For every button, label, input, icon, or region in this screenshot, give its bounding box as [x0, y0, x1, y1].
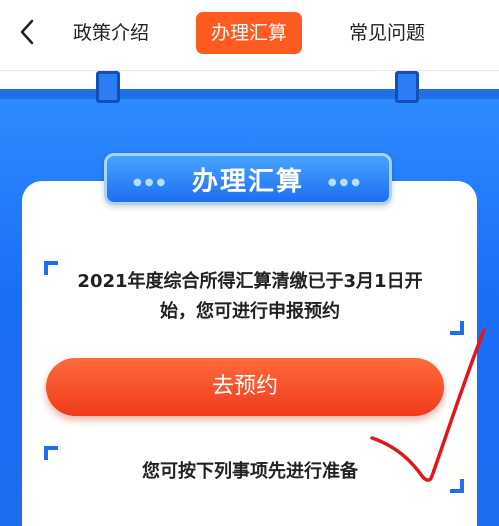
- back-button[interactable]: [10, 12, 44, 52]
- reserve-button[interactable]: 去预约: [46, 358, 444, 416]
- board-peg-right: [395, 71, 419, 103]
- notice-text: 2021年度综合所得汇算清缴已于3月1日开始，您可进行申报预约: [77, 271, 423, 322]
- tab-handle-settlement[interactable]: 办理汇算: [196, 12, 302, 54]
- top-navigation: 政策介绍 办理汇算 常见问题: [0, 0, 499, 71]
- panel-title: 办理汇算: [191, 166, 304, 197]
- decor-dots-right: ●●●: [327, 177, 363, 188]
- tab-policy-intro[interactable]: 政策介绍: [58, 12, 164, 54]
- tab-faq[interactable]: 常见问题: [334, 12, 440, 54]
- board-peg-left: [96, 71, 120, 103]
- corner-bracket-bottom-right-2: [450, 479, 464, 493]
- content-area: ●●● 办理汇算 ●●● 2021年度综合所得汇算清缴已于3月1日开始，您可进行…: [0, 71, 499, 526]
- panel-title-banner: ●●● 办理汇算 ●●●: [104, 153, 392, 205]
- prep-heading: 您可按下列事项先进行准备: [142, 461, 358, 482]
- corner-bracket-bottom-right: [450, 321, 464, 335]
- chevron-left-icon: [20, 19, 34, 45]
- decor-dots-left: ●●●: [133, 177, 169, 188]
- corner-bracket-top-left: [44, 261, 58, 275]
- corner-bracket-top-left-2: [44, 446, 58, 460]
- board-hanger-bar: [0, 89, 499, 99]
